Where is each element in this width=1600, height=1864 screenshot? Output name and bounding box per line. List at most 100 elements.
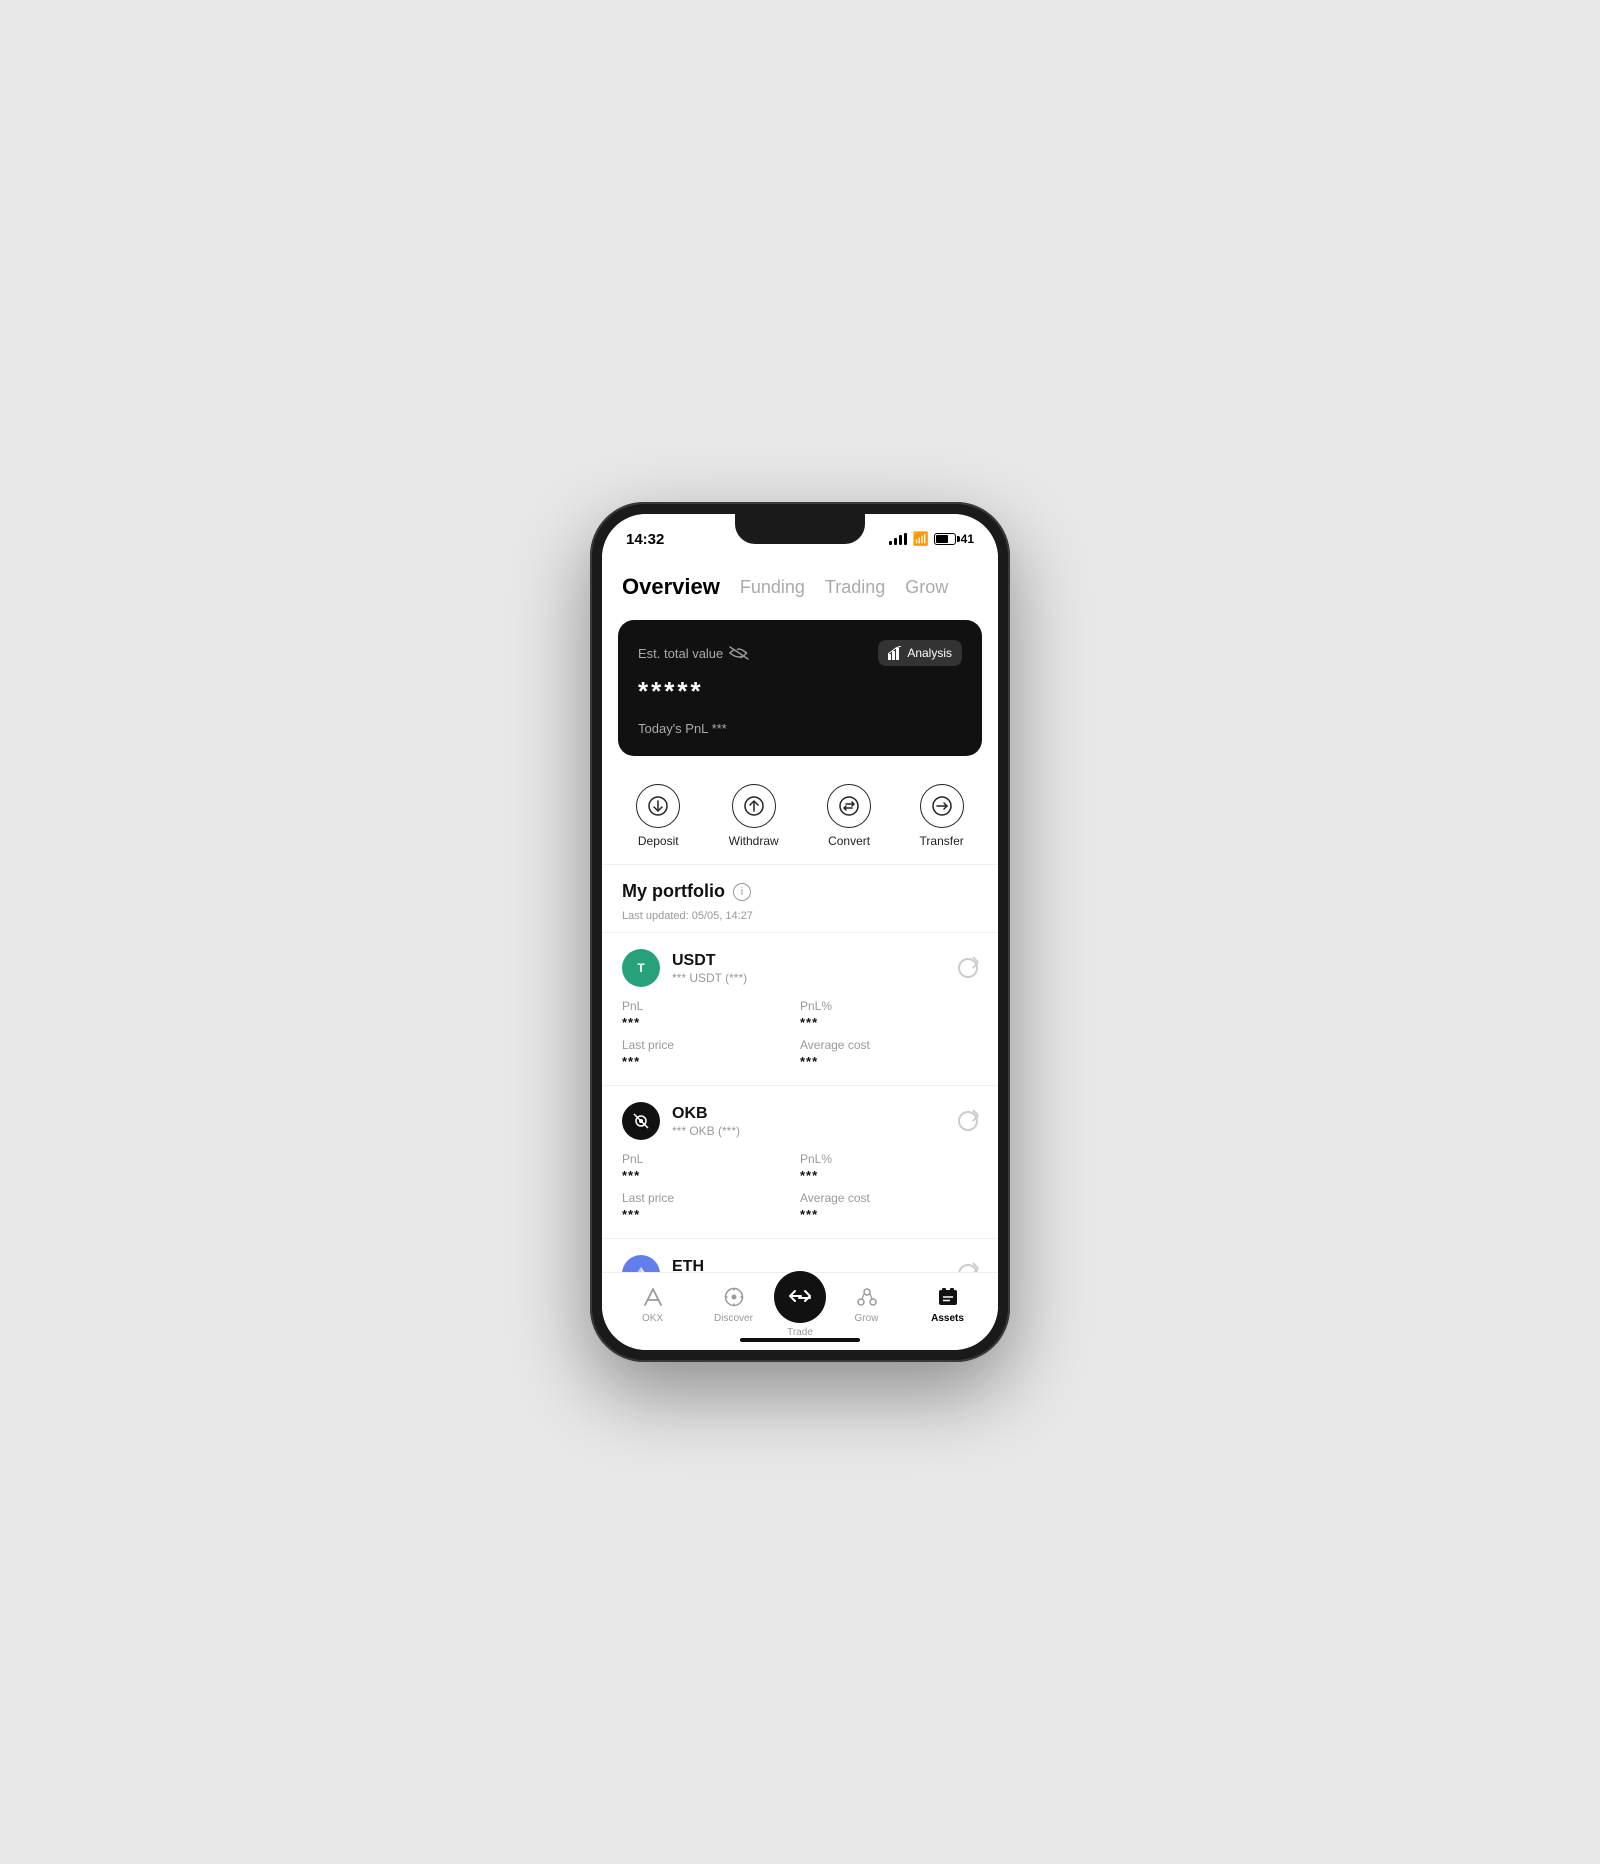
- usdt-last-price: Last price ***: [622, 1038, 800, 1069]
- pnl-label-okb: PnL: [622, 1152, 800, 1166]
- okb-pnl-percent: PnL% ***: [800, 1152, 978, 1183]
- pnl-label: Today's PnL ***: [638, 721, 962, 736]
- asset-header-usdt: T USDT *** USDT (***): [622, 949, 978, 987]
- analysis-label: Analysis: [907, 646, 952, 660]
- tab-funding[interactable]: Funding: [740, 577, 805, 598]
- battery-icon: [934, 533, 956, 545]
- okb-last-price: Last price ***: [622, 1191, 800, 1222]
- action-buttons: Deposit Withdraw: [602, 768, 998, 865]
- nav-tabs: Overview Funding Trading Grow: [602, 558, 998, 608]
- okb-refresh-icon[interactable]: [958, 1111, 978, 1131]
- total-value-hidden: *****: [638, 676, 962, 707]
- nav-trade[interactable]: Trade: [774, 1271, 826, 1338]
- trade-center-button[interactable]: [774, 1271, 826, 1323]
- portfolio-card: Est. total value Analysis: [618, 620, 982, 756]
- analysis-button[interactable]: Analysis: [878, 640, 962, 666]
- transfer-button[interactable]: Transfer: [920, 784, 964, 848]
- okb-info: OKB *** OKB (***): [672, 1105, 740, 1138]
- usdt-subtext: *** USDT (***): [672, 971, 747, 985]
- avg-cost-value-okb: ***: [800, 1207, 978, 1222]
- nav-okx[interactable]: OKX: [612, 1285, 693, 1324]
- eye-slash-icon[interactable]: [729, 646, 749, 660]
- asset-item-okb: OKB *** OKB (***) PnL *** PnL%: [602, 1085, 998, 1238]
- okx-label: OKX: [642, 1313, 663, 1324]
- pnl-percent-value-okb: ***: [800, 1168, 978, 1183]
- trade-arrows-icon: [787, 1284, 813, 1310]
- pnl-value-okb: ***: [622, 1168, 800, 1183]
- convert-icon: [827, 784, 871, 828]
- pnl-percent-value-usdt: ***: [800, 1015, 978, 1030]
- asset-list: T USDT *** USDT (***) PnL: [602, 932, 998, 1272]
- tab-overview[interactable]: Overview: [622, 574, 720, 600]
- convert-label: Convert: [828, 834, 870, 848]
- tab-trading[interactable]: Trading: [825, 577, 885, 598]
- pnl-percent-label-usdt: PnL%: [800, 999, 978, 1013]
- nav-grow[interactable]: Grow: [826, 1285, 907, 1324]
- eth-info: ETH *** ETH (***): [672, 1258, 739, 1273]
- usdt-pnl: PnL ***: [622, 999, 800, 1030]
- analysis-chart-icon: [888, 646, 902, 660]
- portfolio-title: My portfolio: [622, 881, 725, 902]
- transfer-label: Transfer: [920, 834, 964, 848]
- withdraw-label: Withdraw: [729, 834, 779, 848]
- svg-text:T: T: [637, 961, 645, 975]
- portfolio-info-icon[interactable]: i: [733, 883, 751, 901]
- last-price-label-okb: Last price: [622, 1191, 800, 1205]
- usdt-avg-cost: Average cost ***: [800, 1038, 978, 1069]
- asset-left-eth: ETH *** ETH (***): [622, 1255, 739, 1272]
- deposit-button[interactable]: Deposit: [636, 784, 680, 848]
- usdt-info: USDT *** USDT (***): [672, 952, 747, 985]
- grow-label: Grow: [855, 1313, 879, 1324]
- deposit-icon: [636, 784, 680, 828]
- status-time: 14:32: [626, 531, 664, 548]
- tab-grow[interactable]: Grow: [905, 577, 948, 598]
- nav-discover[interactable]: Discover: [693, 1285, 774, 1324]
- phone-screen: 14:32 📶 41 Overview Funding: [602, 514, 998, 1350]
- avg-cost-value-usdt: ***: [800, 1054, 978, 1069]
- pnl-label-usdt: PnL: [622, 999, 800, 1013]
- status-icons: 📶 41: [889, 531, 974, 547]
- avg-cost-label-usdt: Average cost: [800, 1038, 978, 1052]
- asset-left-usdt: T USDT *** USDT (***): [622, 949, 747, 987]
- withdraw-button[interactable]: Withdraw: [729, 784, 779, 848]
- avg-cost-label-okb: Average cost: [800, 1191, 978, 1205]
- usdt-logo: T: [622, 949, 660, 987]
- phone-frame: 14:32 📶 41 Overview Funding: [590, 502, 1010, 1362]
- grow-icon: [855, 1285, 879, 1309]
- discover-label: Discover: [714, 1313, 753, 1324]
- portfolio-title-row: My portfolio i: [622, 881, 978, 902]
- okb-name: OKB: [672, 1105, 740, 1123]
- last-price-label-usdt: Last price: [622, 1038, 800, 1052]
- assets-label: Assets: [931, 1313, 964, 1324]
- asset-left-okb: OKB *** OKB (***): [622, 1102, 740, 1140]
- portfolio-last-updated: Last updated: 05/05, 14:27: [622, 910, 753, 922]
- eth-refresh-icon[interactable]: [958, 1264, 978, 1272]
- asset-item-eth: ETH *** ETH (***): [602, 1238, 998, 1272]
- pnl-percent-label-okb: PnL%: [800, 1152, 978, 1166]
- pnl-value-usdt: ***: [622, 1015, 800, 1030]
- battery-label: 41: [961, 532, 974, 546]
- portfolio-section: My portfolio i Last updated: 05/05, 14:2…: [602, 865, 998, 932]
- deposit-label: Deposit: [638, 834, 679, 848]
- asset-item-usdt: T USDT *** USDT (***) PnL: [602, 932, 998, 1085]
- eth-name: ETH: [672, 1258, 739, 1273]
- usdt-refresh-icon[interactable]: [958, 958, 978, 978]
- asset-header-okb: OKB *** OKB (***): [622, 1102, 978, 1140]
- wifi-icon: 📶: [912, 531, 928, 547]
- okb-stats: PnL *** PnL% *** Last price *** Averag: [622, 1152, 978, 1222]
- okx-icon: [641, 1285, 665, 1309]
- usdt-name: USDT: [672, 952, 747, 970]
- home-indicator: [740, 1338, 860, 1342]
- usdt-stats: PnL *** PnL% *** Last price *** Averag: [622, 999, 978, 1069]
- last-price-value-okb: ***: [622, 1207, 800, 1222]
- eth-logo: [622, 1255, 660, 1272]
- usdt-pnl-percent: PnL% ***: [800, 999, 978, 1030]
- okb-pnl: PnL ***: [622, 1152, 800, 1183]
- okb-subtext: *** OKB (***): [672, 1124, 740, 1138]
- last-price-value-usdt: ***: [622, 1054, 800, 1069]
- convert-button[interactable]: Convert: [827, 784, 871, 848]
- discover-icon: [722, 1285, 746, 1309]
- trade-label: Trade: [787, 1327, 813, 1338]
- screen-content: Overview Funding Trading Grow Est. total…: [602, 558, 998, 1272]
- nav-assets[interactable]: Assets: [907, 1285, 988, 1324]
